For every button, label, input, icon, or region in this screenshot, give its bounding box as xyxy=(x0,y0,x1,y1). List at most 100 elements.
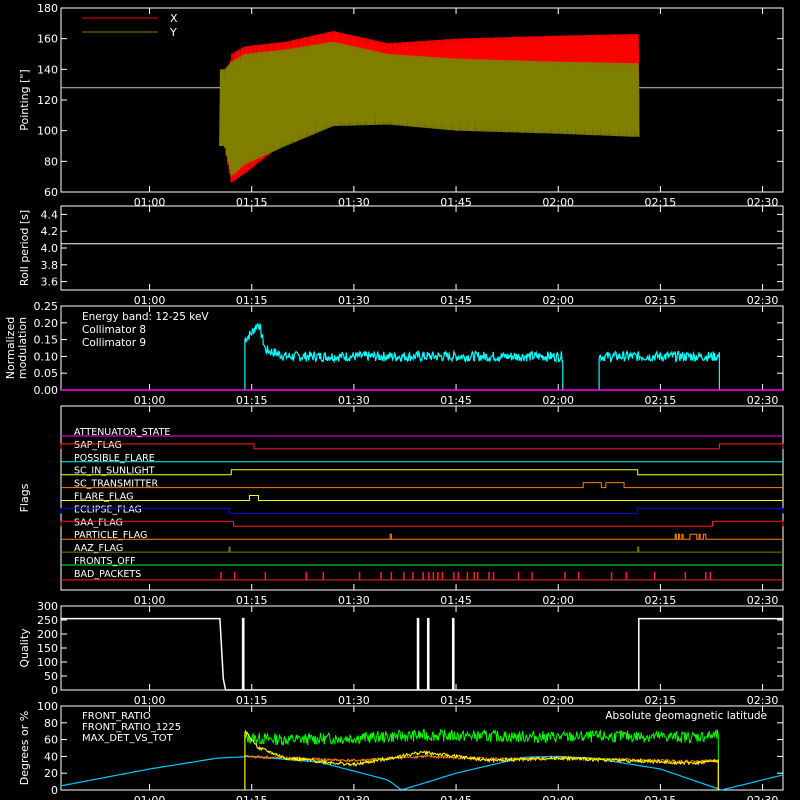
legend-label: Collimator 8 xyxy=(82,324,146,336)
x-tick-label: 01:00 xyxy=(134,794,166,800)
y-tick-label: 140 xyxy=(37,63,58,76)
y-tick-label: 3.8 xyxy=(41,259,59,272)
x-tick-label: 01:30 xyxy=(338,594,370,607)
panel-modulation: 01:00 01:15 01:30 01:45 02:00 02:15 02:30 0.00 0… xyxy=(4,300,784,407)
plot-frame xyxy=(60,205,784,291)
x-tick-label: 02:15 xyxy=(645,594,677,607)
x-tick-label: 02:00 xyxy=(542,394,574,407)
y-tick-label: 20 xyxy=(44,767,58,780)
flag-trace xyxy=(61,533,783,540)
legend-title: Energy band: 12-25 keV xyxy=(82,311,209,323)
flag-trace xyxy=(60,507,784,514)
y-tick-label: 160 xyxy=(37,33,58,46)
y-tick-label: 0.05 xyxy=(34,367,59,380)
y-tick-label: 0.20 xyxy=(34,317,59,330)
x-tick-label: 01:15 xyxy=(236,394,268,407)
series-collimator-8 xyxy=(244,323,564,390)
y-tick-label: 80 xyxy=(44,155,58,168)
x-tick-label: 02:30 xyxy=(747,794,779,800)
panel-pointing: 01:00 01:15 01:30 01:45 02:00 02:15 02:3060801… xyxy=(18,2,784,209)
y-tick-label: 50 xyxy=(44,670,58,683)
figure: 01:00 01:15 01:30 01:45 02:00 02:15 02:30 60 80 1… xyxy=(4,2,784,800)
x-tick-label: 02:30 xyxy=(747,394,779,407)
x-tick-label: 01:15 xyxy=(236,594,268,607)
x-tick-label: 01:00 xyxy=(134,294,166,307)
y-tick-label: 0 xyxy=(51,784,58,797)
flag-label: ECLIPSE_FLAG xyxy=(74,504,142,515)
y-tick-label: 0.10 xyxy=(34,350,59,363)
legend-label: FRONT_RATIO_1225 xyxy=(82,722,181,733)
y-tick-label: 150 xyxy=(37,642,58,655)
x-tick-label: 02:00 xyxy=(542,694,574,707)
y-axis-label: Pointing ["] xyxy=(18,69,31,130)
x-tick-label: 02:00 xyxy=(542,794,574,800)
y-axis-label: Roll period [s] xyxy=(18,210,31,286)
x-tick-label: 01:00 xyxy=(134,594,166,607)
y-tick-label: 100 xyxy=(37,125,58,138)
y-tick-label: 200 xyxy=(37,628,58,641)
x-tick-label: 02:15 xyxy=(645,794,677,800)
flag-trace xyxy=(61,482,783,489)
x-tick-label: 01:15 xyxy=(236,794,268,800)
x-tick-label: 02:30 xyxy=(747,294,779,307)
y-tick-label: 0.15 xyxy=(34,334,59,347)
x-tick-label: 02:00 xyxy=(542,294,574,307)
panel-quality: 01:00 01:15 01:30 01:45 02:00 02:15 02:30 05010… xyxy=(18,600,784,707)
y-tick-label: 80 xyxy=(44,717,58,730)
panel-ratios: 01:00 01:15 01:30 01:45 02:00 02:15 02:30 0 20 40… xyxy=(18,700,784,800)
y-axis-label: Flags xyxy=(18,483,31,512)
x-tick-label: 01:30 xyxy=(338,694,370,707)
x-tick-label: 01:00 xyxy=(134,694,166,707)
x-tick-label: 01:45 xyxy=(440,394,472,407)
y-tick-label: 250 xyxy=(37,614,58,627)
x-tick-label: 02:15 xyxy=(645,694,677,707)
legend-label: Collimator 9 xyxy=(82,337,146,349)
x-tick-label: 01:45 xyxy=(440,794,472,800)
x-tick-label: 01:30 xyxy=(338,394,370,407)
x-tick-label: 01:45 xyxy=(440,694,472,707)
y-tick-label: 180 xyxy=(37,2,58,15)
x-tick-label: 02:30 xyxy=(747,594,779,607)
y-tick-label: 0.25 xyxy=(34,300,59,313)
y-tick-label: 120 xyxy=(37,94,58,107)
quality-trace xyxy=(61,617,783,691)
x-tick-label: 02:15 xyxy=(645,294,677,307)
series-collimator-8 xyxy=(598,349,721,390)
legend-label: FRONT_RATIO xyxy=(82,711,151,722)
legend-label: X xyxy=(170,12,178,25)
x-tick-label: 01:00 xyxy=(134,394,166,407)
y-tick-label: 0 xyxy=(51,684,58,697)
y-tick-label: 3.6 xyxy=(41,276,59,289)
flag-trace xyxy=(60,520,784,527)
flag-label: SAP_FLAG xyxy=(74,440,122,451)
x-tick-label: 01:15 xyxy=(236,294,268,307)
panel-roll: 01:00 01:15 01:30 01:45 02:00 02:15 02:30 3.6 3.… xyxy=(18,205,784,307)
x-tick-label: 01:45 xyxy=(440,594,472,607)
y-tick-label: 40 xyxy=(44,750,58,763)
y-tick-label: 100 xyxy=(37,656,58,669)
x-tick-label: 01:30 xyxy=(338,294,370,307)
y-tick-label: 60 xyxy=(44,734,58,747)
y-tick-label: 4.4 xyxy=(41,208,59,221)
y-tick-label: 0.00 xyxy=(34,384,59,397)
y-axis-label: modulation xyxy=(16,317,29,379)
panel-flags: 01:00 01:15 01:30 01:45 02:00 02:15 02:30 Flags… xyxy=(18,405,784,607)
x-tick-label: 02:00 xyxy=(542,594,574,607)
y-axis-label: Quality xyxy=(18,628,31,668)
flag-trace xyxy=(61,546,783,553)
legend-label: Y xyxy=(169,26,177,39)
y-tick-label: 60 xyxy=(44,186,58,199)
x-tick-label: 01:45 xyxy=(440,294,472,307)
y-axis-label: Degrees or % xyxy=(18,711,31,785)
y-tick-label: 4.0 xyxy=(41,242,59,255)
x-tick-label: 01:15 xyxy=(236,694,268,707)
y-tick-label: 100 xyxy=(37,700,58,713)
flag-trace xyxy=(61,469,783,476)
y-tick-label: 300 xyxy=(37,600,58,613)
flag-label: SAA_FLAG xyxy=(74,517,123,528)
annotation-label: Absolute geomagnetic latitude xyxy=(605,710,767,722)
x-tick-label: 02:30 xyxy=(747,694,779,707)
y-tick-label: 4.2 xyxy=(41,225,59,238)
legend-label: MAX_DET_VS_TOT xyxy=(82,733,174,744)
x-tick-label: 02:15 xyxy=(645,394,677,407)
